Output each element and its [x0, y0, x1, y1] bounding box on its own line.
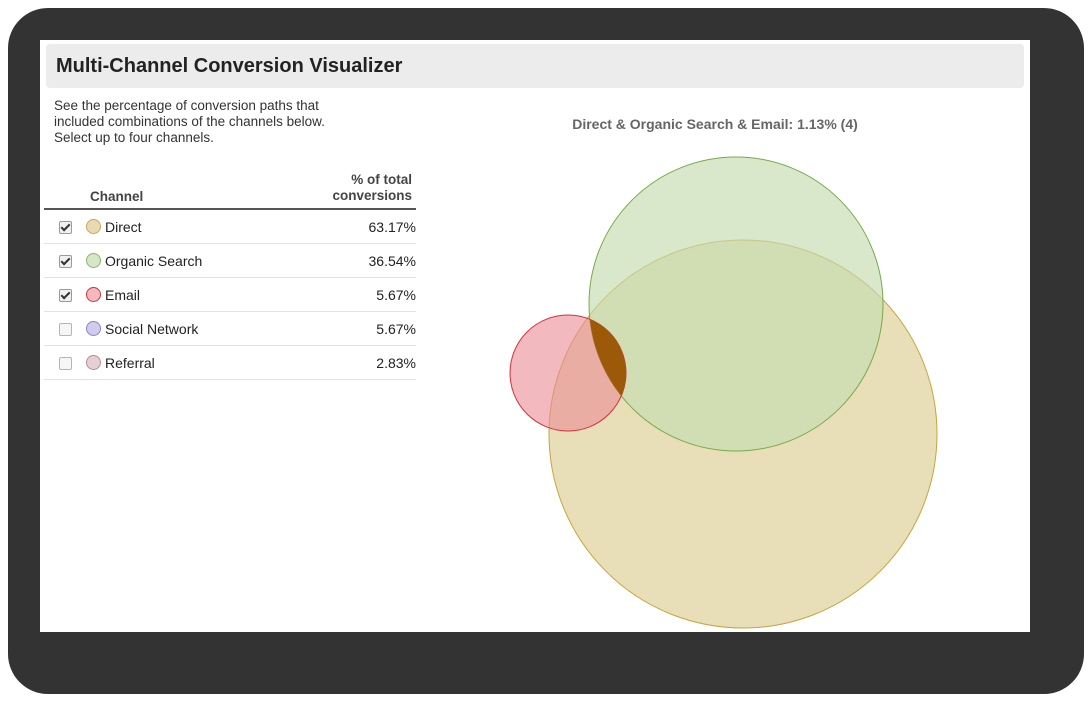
organic-search-circle[interactable]: [588, 156, 884, 452]
visualizer-panel: Multi-Channel Conversion Visualizer See …: [40, 40, 1030, 632]
venn-diagram: [509, 156, 938, 629]
